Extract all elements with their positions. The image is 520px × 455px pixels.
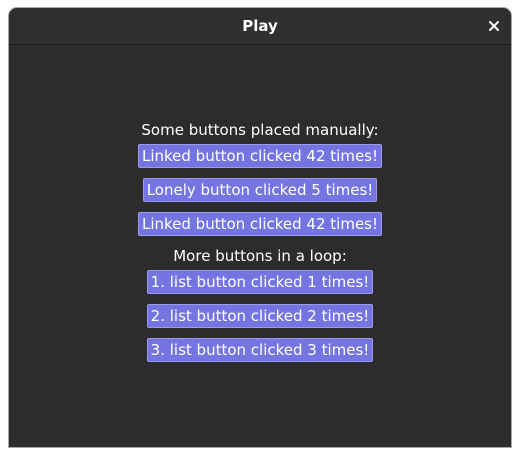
close-icon xyxy=(489,21,499,31)
loop-buttons-heading: More buttons in a loop: xyxy=(173,247,347,265)
list-button-1[interactable]: 1. list button clicked 1 times! xyxy=(146,270,374,294)
manual-buttons-heading: Some buttons placed manually: xyxy=(141,121,379,139)
window-title: Play xyxy=(242,17,278,35)
list-button-2[interactable]: 2. list button clicked 2 times! xyxy=(146,304,374,328)
lonely-button[interactable]: Lonely button clicked 5 times! xyxy=(142,178,378,202)
linked-button-top[interactable]: Linked button clicked 42 times! xyxy=(137,144,382,168)
linked-button-bottom[interactable]: Linked button clicked 42 times! xyxy=(137,212,382,236)
title-bar: Play xyxy=(9,8,511,45)
close-button[interactable] xyxy=(483,15,505,37)
app-window: Play Some buttons placed manually: Linke… xyxy=(9,8,511,447)
list-button-3[interactable]: 3. list button clicked 3 times! xyxy=(146,338,374,362)
main-content: Some buttons placed manually: Linked but… xyxy=(9,120,511,372)
